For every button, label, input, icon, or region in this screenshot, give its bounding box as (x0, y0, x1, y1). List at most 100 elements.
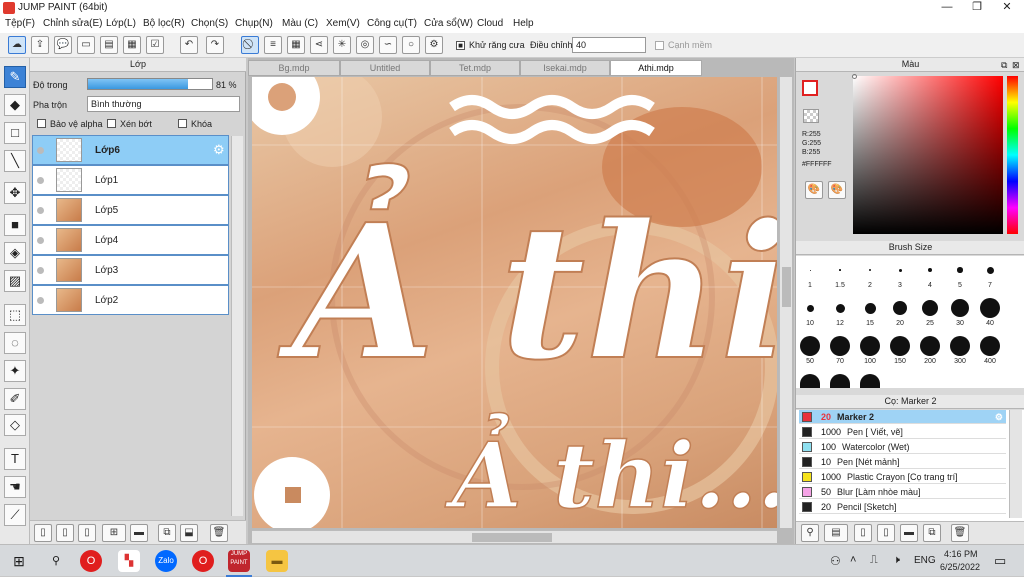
tab-tet[interactable]: Tet.mdp (430, 60, 520, 76)
protect-alpha-checkbox[interactable] (37, 119, 46, 128)
color-picker-square[interactable] (853, 76, 1003, 234)
layer-row[interactable]: Lớp5 (32, 195, 229, 225)
brush-size-option[interactable] (893, 301, 907, 315)
eraser-tool-icon[interactable]: ◆ (4, 94, 26, 116)
tab-isekai[interactable]: Isekai.mdp (520, 60, 610, 76)
blend-mode-select[interactable]: Bình thường (87, 96, 240, 112)
opacity-slider[interactable] (87, 78, 213, 90)
brush-delete-icon[interactable]: 🗑 (951, 524, 969, 542)
grid-snap-icon[interactable]: ▦ (287, 36, 305, 54)
canvas-vertical-scrollbar[interactable] (779, 77, 792, 528)
menu-capture[interactable]: Chụp(N) (235, 18, 273, 29)
brush-add-icon[interactable]: ⚲ (801, 524, 819, 542)
no-snap-icon[interactable]: ⃠ (241, 36, 259, 54)
undo-icon[interactable]: ↶ (180, 36, 198, 54)
brush-size-option[interactable] (980, 336, 1000, 356)
curve-icon[interactable]: ∽ (379, 36, 397, 54)
brush-size-option[interactable] (869, 269, 871, 271)
line-tool-icon[interactable]: ╲ (4, 150, 26, 172)
new-layer-icon[interactable]: ▯ (34, 524, 52, 542)
clip-checkbox[interactable] (107, 119, 116, 128)
cloud-icon[interactable]: ☁ (8, 36, 26, 54)
brush-size-option[interactable] (839, 269, 841, 271)
close-button[interactable]: ✕ (992, 0, 1022, 16)
clock-date[interactable]: 6/25/2022 (940, 562, 980, 572)
palette-edit-icon[interactable]: 🎨 (828, 181, 846, 199)
opera-gx-icon[interactable]: O (192, 550, 214, 572)
new-layer-1bit-icon[interactable]: ▯ (78, 524, 96, 542)
palette-icon[interactable]: 🎨 (805, 181, 823, 199)
brush-size-option[interactable] (927, 267, 933, 273)
menu-tools[interactable]: Công cụ(T) (367, 18, 417, 29)
brush-size-option[interactable] (835, 303, 845, 313)
folder-icon[interactable]: ▬ (130, 524, 148, 542)
brush-list-item[interactable]: 50 Blur [Làm nhòe màu] (799, 485, 1006, 499)
network-icon[interactable]: ⎍ (870, 554, 878, 567)
hand-tool-icon[interactable]: ☚ (4, 476, 26, 498)
visibility-icon[interactable] (37, 147, 44, 154)
gradient-tool-icon[interactable]: ▨ (4, 270, 26, 292)
maximize-button[interactable]: ❐ (962, 0, 992, 16)
brush-size-option[interactable] (864, 302, 876, 314)
zalo-icon[interactable]: Zalo (155, 550, 177, 572)
brush-export-icon[interactable]: ▯ (877, 524, 895, 542)
people-icon[interactable]: ⚇ (830, 554, 841, 568)
brush-import-icon[interactable]: ▯ (854, 524, 872, 542)
layout-icon[interactable]: ▦ (123, 36, 141, 54)
brush-size-option[interactable] (922, 300, 938, 316)
brush-size-option[interactable] (860, 374, 880, 388)
canvas-horizontal-scrollbar[interactable] (252, 530, 777, 543)
tab-athi[interactable]: Athi.mdp (610, 60, 702, 76)
popout-icon[interactable]: ⧉ (1001, 60, 1007, 71)
fill-rect-tool-icon[interactable]: ■ (4, 214, 26, 236)
redo-icon[interactable]: ↷ (206, 36, 224, 54)
brush-list-item[interactable]: 10 Pen [Nét mảnh] (799, 455, 1006, 469)
lasso-select-icon[interactable]: ◌ (4, 332, 26, 354)
radial-icon[interactable]: ✳ (333, 36, 351, 54)
lock-checkbox[interactable] (178, 119, 187, 128)
visibility-icon[interactable] (37, 297, 44, 304)
app-grid-icon[interactable]: ▚ (118, 550, 140, 572)
comment-icon[interactable]: ▭ (77, 36, 95, 54)
merge-layer-icon[interactable]: ⬓ (180, 524, 198, 542)
bucket-tool-icon[interactable]: ◈ (4, 242, 26, 264)
menu-view[interactable]: Xem(V) (326, 18, 360, 29)
minimize-button[interactable]: — (932, 0, 962, 16)
rect-select-icon[interactable]: ⬚ (4, 304, 26, 326)
brush-list-item[interactable]: 1000 Pen [ Viết, vẽ] (799, 425, 1006, 439)
close-panel-icon[interactable]: ⊠ (1012, 60, 1020, 71)
brush-size-option[interactable] (830, 374, 850, 388)
menu-color[interactable]: Màu (C) (282, 18, 318, 29)
brush-size-option[interactable] (986, 266, 994, 274)
drawing-canvas[interactable]: Ả thi Ả thi... (252, 77, 777, 528)
brush-tool-icon[interactable]: ✎ (4, 66, 26, 88)
duplicate-layer-icon[interactable]: ⧉ (158, 524, 176, 542)
magic-wand-icon[interactable]: ✦ (4, 360, 26, 382)
parallel-lines-icon[interactable]: ≡ (264, 36, 282, 54)
speech-bubble-icon[interactable]: 💬 (54, 36, 72, 54)
visibility-icon[interactable] (37, 207, 44, 214)
brush-size-option[interactable] (957, 267, 963, 273)
menu-edit[interactable]: Chỉnh sửa(E) (43, 18, 103, 29)
brush-folder-icon[interactable]: ▬ (900, 524, 918, 542)
hue-slider[interactable] (1007, 76, 1018, 234)
page-icon[interactable]: ▤ (100, 36, 118, 54)
new-layer-8bit-icon[interactable]: ▯ (56, 524, 74, 542)
menu-layer[interactable]: Lớp(L) (106, 18, 136, 29)
language-indicator[interactable]: ENG (914, 555, 936, 566)
brush-size-option[interactable] (806, 304, 814, 312)
layer-row[interactable]: Lớp2 (32, 285, 229, 315)
perspective-icon[interactable]: ⋖ (310, 36, 328, 54)
brush-list-item[interactable]: 1000 Plastic Crayon [Cọ trang trí] (799, 470, 1006, 484)
menu-cloud[interactable]: Cloud (477, 18, 503, 29)
export-icon[interactable]: ⇪ (31, 36, 49, 54)
brush-list-item[interactable]: 20 Marker 2 ⚙ (799, 410, 1006, 424)
brush-size-option[interactable] (980, 298, 1000, 318)
text-tool-icon[interactable]: T (4, 448, 26, 470)
foreground-color-swatch[interactable] (802, 80, 818, 96)
brush-size-option[interactable] (800, 336, 820, 356)
brush-size-option[interactable] (800, 374, 820, 388)
clock-time[interactable]: 4:16 PM (944, 549, 978, 559)
add-layer-menu-icon[interactable]: ⊞ (102, 524, 126, 542)
visibility-icon[interactable] (37, 267, 44, 274)
